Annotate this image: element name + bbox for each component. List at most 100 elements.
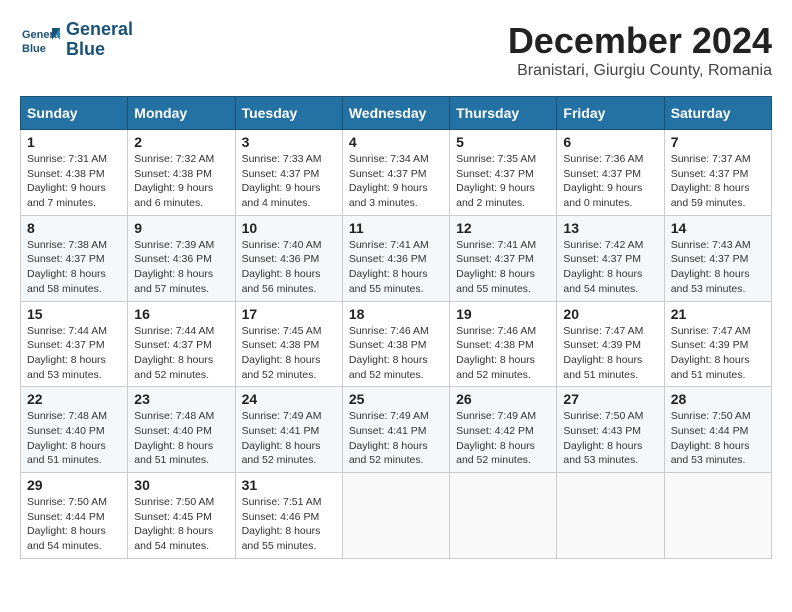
calendar-cell: 17 Sunrise: 7:45 AM Sunset: 4:38 PM Dayli… xyxy=(235,301,342,387)
calendar-cell: 28 Sunrise: 7:50 AM Sunset: 4:44 PM Dayli… xyxy=(664,387,771,473)
day-number: 2 xyxy=(134,134,228,150)
calendar-week-row: 22 Sunrise: 7:48 AM Sunset: 4:40 PM Dayli… xyxy=(21,387,772,473)
day-number: 16 xyxy=(134,306,228,322)
calendar-week-row: 15 Sunrise: 7:44 AM Sunset: 4:37 PM Dayli… xyxy=(21,301,772,387)
day-info: Sunrise: 7:43 AM Sunset: 4:37 PM Dayligh… xyxy=(671,238,765,297)
day-number: 27 xyxy=(563,391,657,407)
svg-text:Blue: Blue xyxy=(22,43,46,55)
page-header: General Blue General Blue December 2024 … xyxy=(20,20,772,80)
day-info: Sunrise: 7:49 AM Sunset: 4:41 PM Dayligh… xyxy=(349,409,443,468)
calendar-cell: 31Sunrise: 7:51 AM Sunset: 4:46 PM Dayli… xyxy=(235,473,342,559)
day-number: 6 xyxy=(563,134,657,150)
day-info: Sunrise: 7:38 AM Sunset: 4:37 PM Dayligh… xyxy=(27,238,121,297)
calendar-cell: 15 Sunrise: 7:44 AM Sunset: 4:37 PM Dayli… xyxy=(21,301,128,387)
calendar-cell xyxy=(557,473,664,559)
calendar-week-row: 1Sunrise: 7:31 AM Sunset: 4:38 PM Daylig… xyxy=(21,130,772,216)
day-number: 8 xyxy=(27,220,121,236)
day-info: Sunrise: 7:41 AM Sunset: 4:37 PM Dayligh… xyxy=(456,238,550,297)
day-number: 4 xyxy=(349,134,443,150)
day-number: 19 xyxy=(456,306,550,322)
day-number: 22 xyxy=(27,391,121,407)
day-info: Sunrise: 7:47 AM Sunset: 4:39 PM Dayligh… xyxy=(671,324,765,383)
calendar-cell: 8 Sunrise: 7:38 AM Sunset: 4:37 PM Daylig… xyxy=(21,215,128,301)
calendar-week-row: 8 Sunrise: 7:38 AM Sunset: 4:37 PM Daylig… xyxy=(21,215,772,301)
calendar-cell: 5 Sunrise: 7:35 AM Sunset: 4:37 PM Daylig… xyxy=(450,130,557,216)
calendar-cell: 10Sunrise: 7:40 AM Sunset: 4:36 PM Dayli… xyxy=(235,215,342,301)
day-info: Sunrise: 7:32 AM Sunset: 4:38 PM Dayligh… xyxy=(134,152,228,211)
calendar-cell: 11 Sunrise: 7:41 AM Sunset: 4:36 PM Dayli… xyxy=(342,215,449,301)
day-info: Sunrise: 7:50 AM Sunset: 4:43 PM Dayligh… xyxy=(563,409,657,468)
day-info: Sunrise: 7:36 AM Sunset: 4:37 PM Dayligh… xyxy=(563,152,657,211)
calendar-cell: 30 Sunrise: 7:50 AM Sunset: 4:45 PM Dayli… xyxy=(128,473,235,559)
day-info: Sunrise: 7:45 AM Sunset: 4:38 PM Dayligh… xyxy=(242,324,336,383)
calendar-cell: 18 Sunrise: 7:46 AM Sunset: 4:38 PM Dayli… xyxy=(342,301,449,387)
calendar-cell: 6 Sunrise: 7:36 AM Sunset: 4:37 PM Daylig… xyxy=(557,130,664,216)
calendar-header-monday: Monday xyxy=(128,97,235,130)
day-number: 3 xyxy=(242,134,336,150)
day-info: Sunrise: 7:47 AM Sunset: 4:39 PM Dayligh… xyxy=(563,324,657,383)
day-number: 18 xyxy=(349,306,443,322)
calendar-cell: 29 Sunrise: 7:50 AM Sunset: 4:44 PM Dayli… xyxy=(21,473,128,559)
calendar-header-saturday: Saturday xyxy=(664,97,771,130)
day-number: 23 xyxy=(134,391,228,407)
day-info: Sunrise: 7:50 AM Sunset: 4:44 PM Dayligh… xyxy=(671,409,765,468)
day-info: Sunrise: 7:41 AM Sunset: 4:36 PM Dayligh… xyxy=(349,238,443,297)
logo-line1: General xyxy=(66,20,133,40)
calendar-cell: 25Sunrise: 7:49 AM Sunset: 4:41 PM Dayli… xyxy=(342,387,449,473)
calendar-cell: 26 Sunrise: 7:49 AM Sunset: 4:42 PM Dayli… xyxy=(450,387,557,473)
logo-text: General Blue xyxy=(66,20,133,60)
day-info: Sunrise: 7:49 AM Sunset: 4:41 PM Dayligh… xyxy=(242,409,336,468)
calendar-cell: 24Sunrise: 7:49 AM Sunset: 4:41 PM Dayli… xyxy=(235,387,342,473)
calendar-cell: 4 Sunrise: 7:34 AM Sunset: 4:37 PM Daylig… xyxy=(342,130,449,216)
day-info: Sunrise: 7:34 AM Sunset: 4:37 PM Dayligh… xyxy=(349,152,443,211)
day-number: 20 xyxy=(563,306,657,322)
calendar-cell: 21 Sunrise: 7:47 AM Sunset: 4:39 PM Dayli… xyxy=(664,301,771,387)
calendar-cell xyxy=(450,473,557,559)
day-number: 11 xyxy=(349,220,443,236)
day-info: Sunrise: 7:51 AM Sunset: 4:46 PM Dayligh… xyxy=(242,495,336,554)
calendar-cell: 27 Sunrise: 7:50 AM Sunset: 4:43 PM Dayli… xyxy=(557,387,664,473)
calendar-week-row: 29 Sunrise: 7:50 AM Sunset: 4:44 PM Dayli… xyxy=(21,473,772,559)
day-number: 14 xyxy=(671,220,765,236)
day-info: Sunrise: 7:44 AM Sunset: 4:37 PM Dayligh… xyxy=(27,324,121,383)
day-number: 30 xyxy=(134,477,228,493)
calendar-cell: 1Sunrise: 7:31 AM Sunset: 4:38 PM Daylig… xyxy=(21,130,128,216)
day-info: Sunrise: 7:42 AM Sunset: 4:37 PM Dayligh… xyxy=(563,238,657,297)
calendar-cell: 23Sunrise: 7:48 AM Sunset: 4:40 PM Dayli… xyxy=(128,387,235,473)
day-info: Sunrise: 7:35 AM Sunset: 4:37 PM Dayligh… xyxy=(456,152,550,211)
calendar-header-tuesday: Tuesday xyxy=(235,97,342,130)
day-info: Sunrise: 7:50 AM Sunset: 4:45 PM Dayligh… xyxy=(134,495,228,554)
calendar-header-friday: Friday xyxy=(557,97,664,130)
day-info: Sunrise: 7:48 AM Sunset: 4:40 PM Dayligh… xyxy=(27,409,121,468)
calendar-header-row: SundayMondayTuesdayWednesdayThursdayFrid… xyxy=(21,97,772,130)
day-info: Sunrise: 7:37 AM Sunset: 4:37 PM Dayligh… xyxy=(671,152,765,211)
day-info: Sunrise: 7:49 AM Sunset: 4:42 PM Dayligh… xyxy=(456,409,550,468)
calendar-header-thursday: Thursday xyxy=(450,97,557,130)
calendar-table: SundayMondayTuesdayWednesdayThursdayFrid… xyxy=(20,96,772,559)
day-info: Sunrise: 7:46 AM Sunset: 4:38 PM Dayligh… xyxy=(349,324,443,383)
subtitle: Branistari, Giurgiu County, Romania xyxy=(508,62,772,80)
logo-icon: General Blue xyxy=(20,20,60,60)
calendar-cell: 19 Sunrise: 7:46 AM Sunset: 4:38 PM Dayli… xyxy=(450,301,557,387)
day-number: 5 xyxy=(456,134,550,150)
day-number: 29 xyxy=(27,477,121,493)
day-number: 10 xyxy=(242,220,336,236)
logo: General Blue General Blue xyxy=(20,20,133,60)
day-number: 15 xyxy=(27,306,121,322)
calendar-cell: 13Sunrise: 7:42 AM Sunset: 4:37 PM Dayli… xyxy=(557,215,664,301)
calendar-cell: 7Sunrise: 7:37 AM Sunset: 4:37 PM Daylig… xyxy=(664,130,771,216)
calendar-cell: 2 Sunrise: 7:32 AM Sunset: 4:38 PM Daylig… xyxy=(128,130,235,216)
logo-line2: Blue xyxy=(66,40,133,60)
day-number: 26 xyxy=(456,391,550,407)
day-number: 21 xyxy=(671,306,765,322)
calendar-cell: 14 Sunrise: 7:43 AM Sunset: 4:37 PM Dayli… xyxy=(664,215,771,301)
day-number: 17 xyxy=(242,306,336,322)
day-number: 12 xyxy=(456,220,550,236)
calendar-cell xyxy=(664,473,771,559)
day-info: Sunrise: 7:46 AM Sunset: 4:38 PM Dayligh… xyxy=(456,324,550,383)
day-number: 28 xyxy=(671,391,765,407)
day-number: 1 xyxy=(27,134,121,150)
calendar-cell: 9Sunrise: 7:39 AM Sunset: 4:36 PM Daylig… xyxy=(128,215,235,301)
day-info: Sunrise: 7:50 AM Sunset: 4:44 PM Dayligh… xyxy=(27,495,121,554)
calendar-header-wednesday: Wednesday xyxy=(342,97,449,130)
